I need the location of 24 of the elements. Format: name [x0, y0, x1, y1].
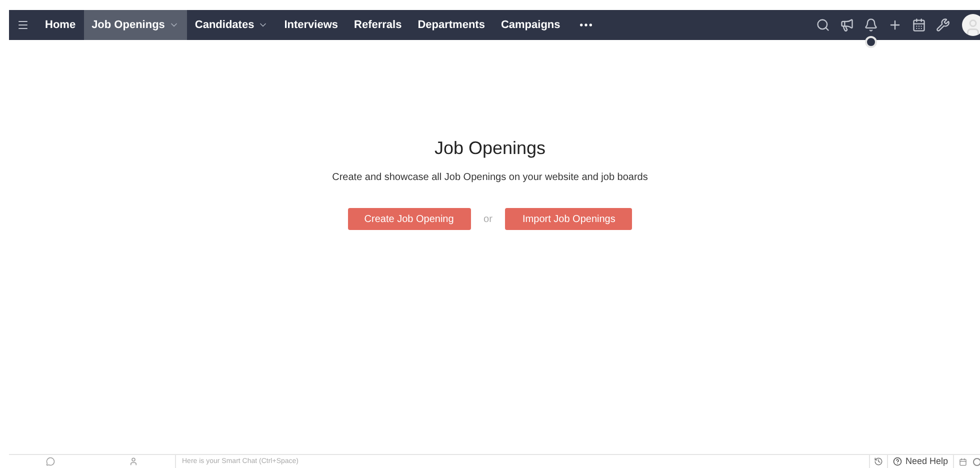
nav-tab[interactable]: Home	[37, 10, 84, 40]
plus-icon[interactable]	[888, 18, 902, 32]
megaphone-icon[interactable]	[840, 18, 854, 32]
bell-icon[interactable]	[864, 18, 878, 32]
avatar[interactable]	[962, 14, 980, 36]
help-icon	[893, 457, 902, 466]
nav-tab[interactable]: Interviews	[276, 10, 346, 40]
chat-icon[interactable]	[46, 457, 55, 466]
or-separator: or	[484, 212, 492, 226]
need-help-button[interactable]: Need Help	[887, 454, 954, 468]
history-icon[interactable]	[874, 457, 884, 466]
search-icon[interactable]	[816, 18, 830, 32]
nav-tab[interactable]: Referrals	[346, 10, 410, 40]
nav-tab[interactable]: Job Openings	[84, 10, 187, 40]
page-title: Job Openings	[434, 137, 546, 160]
need-help-label: Need Help	[905, 454, 948, 468]
calendar-icon[interactable]	[912, 18, 926, 32]
contact-icon[interactable]	[129, 457, 138, 466]
tools-icon[interactable]	[936, 18, 950, 32]
nav-tab[interactable]: Departments	[410, 10, 493, 40]
page-description: Create and showcase all Job Openings on your website and job boards	[332, 171, 648, 185]
nav-tab[interactable]: Campaigns	[492, 10, 568, 40]
calendar-icon[interactable]	[959, 458, 967, 466]
nav-tab[interactable]: Candidates	[186, 10, 276, 40]
